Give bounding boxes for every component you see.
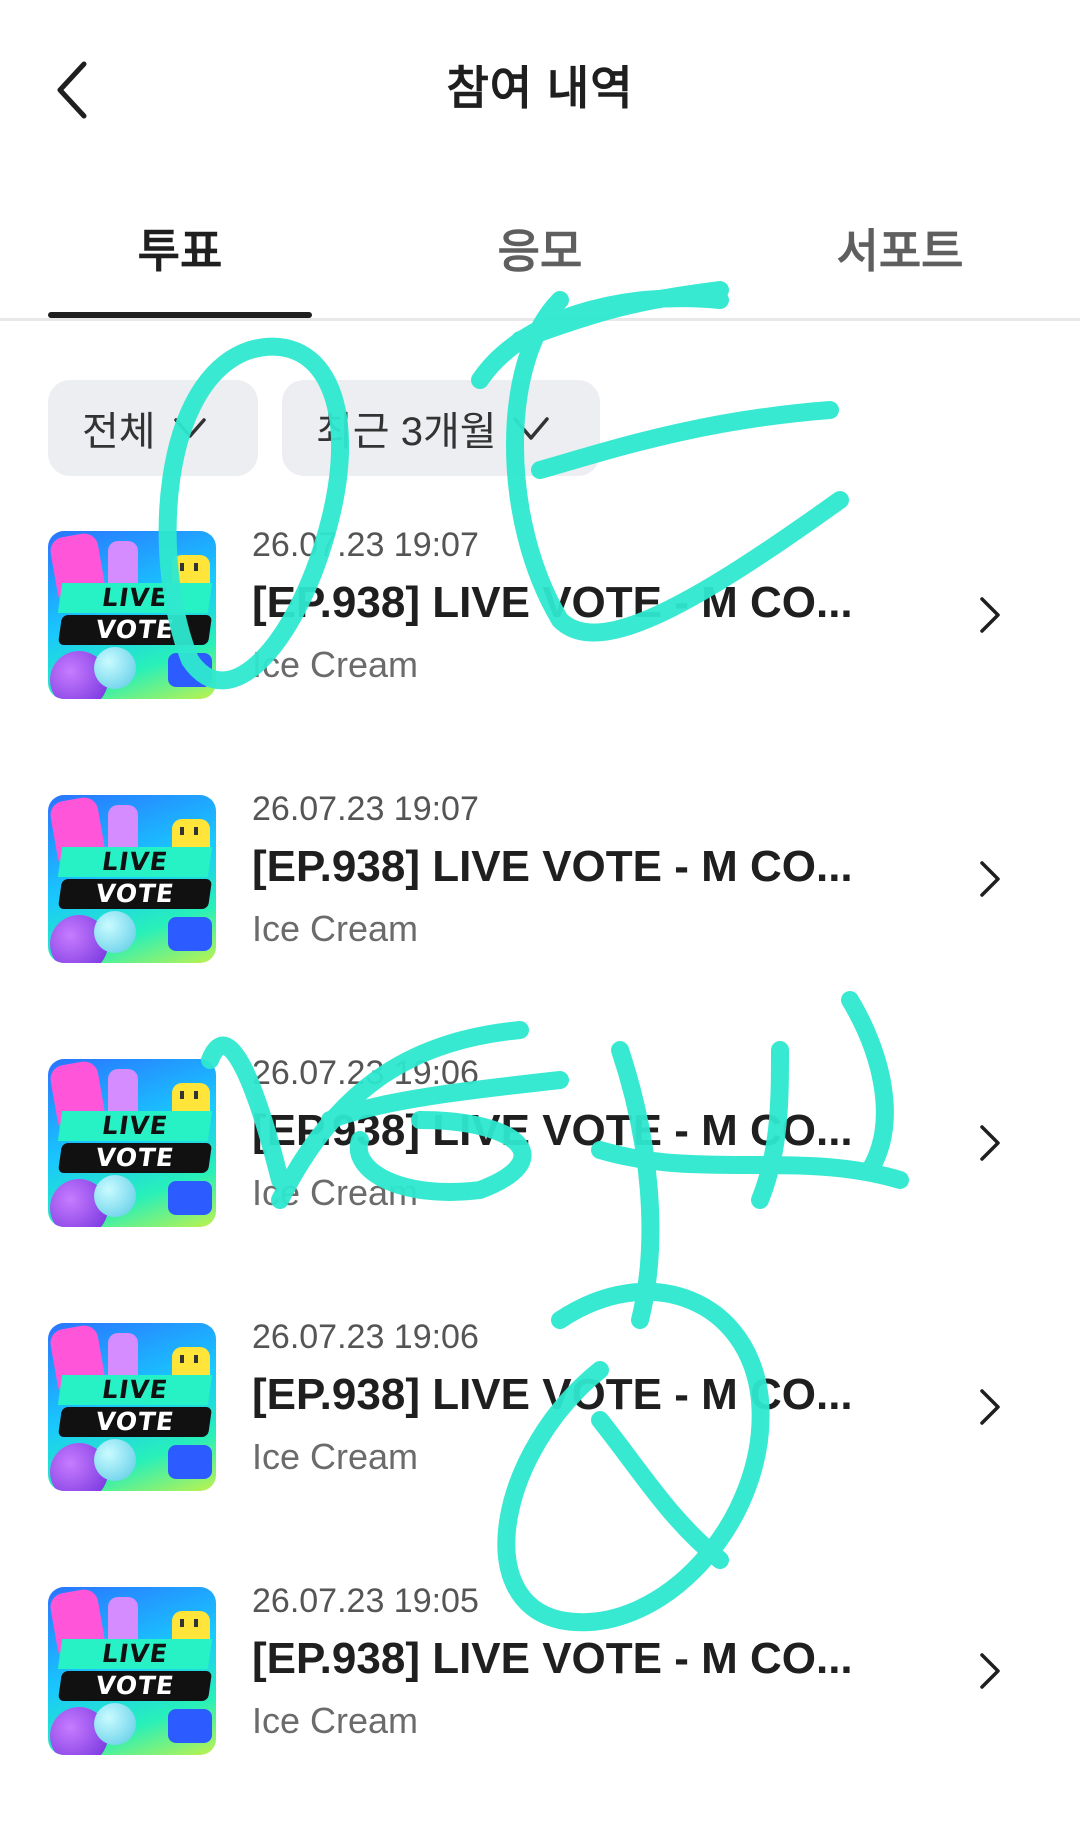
filter-period-label: 최근 3개월 [316,410,497,454]
live-vote-thumbnail: LIVE VOTE [48,1587,216,1755]
thumbnail-live-text: LIVE [57,1639,213,1669]
chevron-right-icon [980,1125,1000,1161]
thumbnail-vote-text: VOTE [57,1407,213,1437]
filter-category-dropdown[interactable]: 전체 [48,380,258,476]
tab-vote[interactable]: 투표 [50,215,310,281]
chevron-right-icon [980,861,1000,897]
chevron-right-icon [980,1653,1000,1689]
thumbnail-live-text: LIVE [57,1111,213,1141]
list-item[interactable]: LIVE VOTE 26.07.23 19:06 [EP.938] LIVE V… [0,1317,1080,1537]
thumbnail-vote-text: VOTE [57,879,213,909]
list-item[interactable]: LIVE VOTE 26.07.23 19:07 [EP.938] LIVE V… [0,525,1080,745]
filter-period-dropdown[interactable]: 최근 3개월 [282,380,600,476]
filter-category-label: 전체 [82,410,156,454]
thumbnail-live-text: LIVE [57,1375,213,1405]
live-vote-thumbnail: LIVE VOTE [48,795,216,963]
item-date: 26.07.23 19:06 [252,1318,479,1356]
thumbnail-vote-text: VOTE [57,615,213,645]
chevron-right-icon [980,1389,1000,1425]
chevron-down-icon [173,418,206,438]
tabs-divider [0,318,1080,321]
tab-entry[interactable]: 응모 [410,215,670,281]
live-vote-thumbnail: LIVE VOTE [48,531,216,699]
item-title: [EP.938] LIVE VOTE - M CO... [252,1370,853,1419]
thumbnail-live-text: LIVE [57,847,213,877]
thumbnail-vote-text: VOTE [57,1143,213,1173]
item-subtitle: Ice Cream [252,644,419,685]
item-date: 26.07.23 19:07 [252,526,479,564]
item-subtitle: Ice Cream [252,908,419,949]
item-title: [EP.938] LIVE VOTE - M CO... [252,578,853,627]
item-title: [EP.938] LIVE VOTE - M CO... [252,842,853,891]
header: 참여 내역 [0,0,1080,170]
list-item[interactable]: LIVE VOTE 26.07.23 19:05 [EP.938] LIVE V… [0,1581,1080,1801]
item-title: [EP.938] LIVE VOTE - M CO... [252,1106,853,1155]
item-date: 26.07.23 19:05 [252,1582,479,1620]
item-title: [EP.938] LIVE VOTE - M CO... [252,1634,853,1683]
thumbnail-vote-text: VOTE [57,1671,213,1701]
item-subtitle: Ice Cream [252,1436,419,1477]
item-date: 26.07.23 19:07 [252,790,479,828]
chevron-down-icon [512,417,549,440]
list-item[interactable]: LIVE VOTE 26.07.23 19:07 [EP.938] LIVE V… [0,789,1080,1009]
page-title: 참여 내역 [446,62,634,114]
thumbnail-live-text: LIVE [57,583,213,613]
tab-bar: 투표 응모 서포트 [0,180,1080,321]
tab-support[interactable]: 서포트 [770,215,1030,281]
item-date: 26.07.23 19:06 [252,1054,479,1092]
live-vote-thumbnail: LIVE VOTE [48,1059,216,1227]
list-item[interactable]: LIVE VOTE 26.07.23 19:06 [EP.938] LIVE V… [0,1053,1080,1273]
chevron-right-icon [980,597,1000,633]
item-subtitle: Ice Cream [252,1700,419,1741]
live-vote-thumbnail: LIVE VOTE [48,1323,216,1491]
item-subtitle: Ice Cream [252,1172,419,1213]
